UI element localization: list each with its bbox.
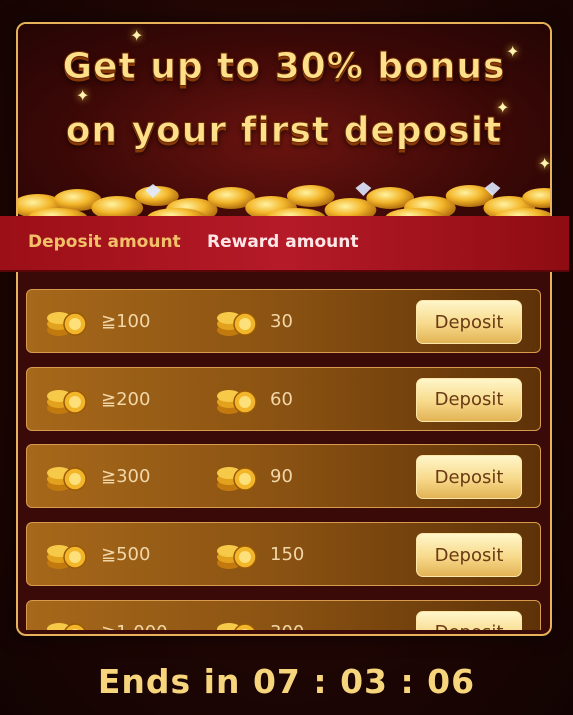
tab-deposit-amount[interactable]: Deposit amount xyxy=(28,232,181,252)
sparkle-icon: ✦ xyxy=(76,86,90,105)
gold-coins-icon xyxy=(217,545,257,570)
gold-coins-icon xyxy=(217,622,256,630)
deposit-button[interactable]: Deposit xyxy=(416,300,522,344)
promo-banner: ✦ ✦ ✦ ✦ ✦ Get up to 30% bonus on your fi… xyxy=(18,24,550,220)
deposit-threshold: ≧500 xyxy=(101,544,151,566)
gold-coins-icon xyxy=(217,389,257,414)
gold-coins-icon xyxy=(47,312,87,336)
deposit-threshold: ≧300 xyxy=(101,466,151,488)
gold-coins-icon xyxy=(217,467,257,492)
deposit-button[interactable]: Deposit xyxy=(416,533,522,578)
deposit-threshold: ≧200 xyxy=(101,388,151,410)
tab-bar: Deposit amount Reward amount xyxy=(0,216,569,272)
reward-value: 30 xyxy=(270,311,293,332)
banner-subheadline: on your first deposit xyxy=(65,110,503,152)
deposit-list[interactable]: ≧100 30 Deposit ≧200 60 Deposit ≧300 90 … xyxy=(26,289,543,630)
reward-value: 60 xyxy=(270,388,293,410)
reward-value: 150 xyxy=(270,544,305,566)
gold-coins-icon xyxy=(217,312,257,336)
deposit-button[interactable]: Deposit xyxy=(416,610,522,630)
gold-coins-icon xyxy=(47,467,87,492)
gold-coins-icon xyxy=(47,545,87,570)
list-item: ≧100 30 Deposit xyxy=(26,289,541,353)
tab-reward-amount[interactable]: Reward amount xyxy=(207,232,358,252)
deposit-button[interactable]: Deposit xyxy=(416,377,522,422)
list-item: ≧300 90 Deposit xyxy=(26,444,541,509)
gold-coins-icon xyxy=(47,389,87,414)
reward-value: 300 xyxy=(270,622,304,630)
list-item: ≧200 60 Deposit xyxy=(26,366,541,431)
reward-value: 90 xyxy=(270,466,293,488)
countdown-timer: Ends in 07 : 03 : 06 xyxy=(97,662,476,701)
list-item: ≧500 150 Deposit xyxy=(26,522,541,587)
gold-coins-icon xyxy=(47,622,86,630)
deposit-threshold: ≧1,000 xyxy=(101,622,168,630)
list-item: ≧1,000 300 Deposit xyxy=(26,599,541,630)
sparkle-icon: ✦ xyxy=(130,26,144,45)
banner-headline: Get up to 30% bonus xyxy=(62,46,506,88)
deposit-threshold: ≧100 xyxy=(101,311,151,332)
deposit-button[interactable]: Deposit xyxy=(416,455,522,500)
coin-pile-image xyxy=(18,182,550,220)
